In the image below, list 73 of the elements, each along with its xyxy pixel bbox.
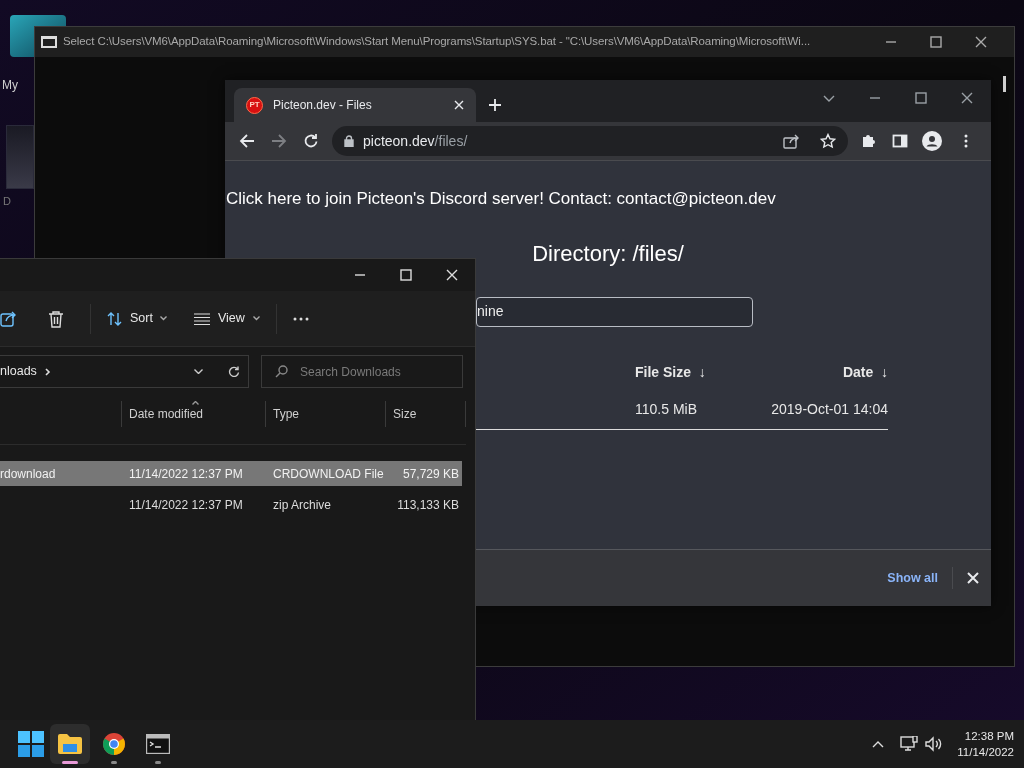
volume-icon[interactable] — [925, 736, 944, 752]
show-all-link[interactable]: Show all — [887, 568, 938, 588]
caret-icon — [252, 316, 260, 321]
size-cell-text: 57,729 KB — [401, 465, 460, 483]
desktop-icon-label: My — [2, 77, 18, 94]
forward-icon[interactable] — [271, 133, 287, 149]
start-icon[interactable] — [18, 731, 44, 757]
table-cell-text: 2019-Oct-01 14:04 — [771, 400, 888, 419]
chevron-down-icon[interactable] — [194, 369, 203, 374]
maximize-icon[interactable] — [930, 36, 942, 48]
more-icon[interactable] — [292, 316, 309, 321]
sort-button[interactable]: Sort — [107, 309, 167, 328]
breadcrumb[interactable]: nloads — [0, 362, 37, 381]
column-header[interactable]: Date ↓ — [842, 362, 888, 383]
new-tab-icon[interactable] — [489, 99, 501, 111]
folder-icon — [57, 733, 83, 755]
filter-field[interactable]: nine — [476, 296, 753, 327]
file-row[interactable]: 11/14/2022 12:37 PM zip Archive 113,133 KB — [0, 492, 462, 517]
column-header[interactable]: Type — [273, 405, 299, 423]
view-button[interactable]: View — [193, 309, 260, 328]
search-icon — [275, 365, 288, 378]
caret-icon — [159, 316, 167, 321]
column-header[interactable]: Date modified — [129, 405, 204, 423]
page-notice[interactable]: Click here to join Picteon's Discord server! Contact: contact@picteon.dev — [226, 186, 991, 212]
sort-icon — [107, 310, 123, 327]
file-name: rdownload — [0, 466, 56, 481]
clock-time[interactable]: 12:38 PM — [964, 728, 1014, 744]
more-options-icon[interactable] — [964, 133, 968, 149]
star-icon[interactable] — [820, 133, 836, 149]
address-bar[interactable]: picteon.dev/files/ — [332, 126, 848, 156]
trash-icon[interactable] — [48, 309, 64, 328]
console-icon — [41, 36, 57, 48]
side-panel-icon[interactable] — [892, 133, 908, 149]
close-icon[interactable] — [961, 92, 973, 104]
date-cell-text: 11/14/2022 12:37 PM — [128, 465, 244, 483]
chevron-up-icon[interactable] — [872, 740, 885, 748]
table-cell-text: 110.5 MiB — [635, 400, 697, 419]
clock-date[interactable]: 11/14/2022 — [957, 744, 1014, 760]
browser-tab[interactable]: PT Picteon.dev - Files — [234, 88, 476, 122]
taskbar-app[interactable] — [50, 724, 90, 764]
share-icon[interactable] — [783, 133, 799, 149]
favicon: PT — [246, 96, 263, 114]
address-bar[interactable]: nloads — [0, 355, 249, 388]
date-cell-text: 11/14/2022 12:37 PM — [128, 496, 244, 514]
type-cell-text: zip Archive — [272, 496, 333, 514]
sort-chevron-icon — [192, 401, 199, 405]
reload-icon[interactable] — [303, 133, 319, 149]
scrollbar[interactable] — [1003, 76, 1006, 92]
search-field[interactable]: Search Downloads — [261, 355, 463, 388]
list-view-icon — [193, 312, 210, 325]
chevron-right-icon — [44, 367, 51, 376]
desktop-icon-label: D — [3, 194, 11, 209]
column-header[interactable]: File Size ↓ — [635, 362, 706, 383]
maximize-icon[interactable] — [915, 92, 927, 104]
file-row[interactable]: rdownload 11/14/2022 12:37 PM CRDOWNLOAD File 57,729 KB — [0, 461, 462, 486]
close-icon[interactable] — [975, 36, 987, 48]
size-cell-text: 113,133 KB — [396, 496, 460, 514]
type-cell-text: CRDOWNLOAD File — [272, 465, 385, 483]
lock-icon — [344, 135, 354, 147]
terminal-icon — [146, 734, 170, 754]
column-header[interactable]: Size — [393, 405, 417, 423]
back-icon[interactable] — [239, 133, 255, 149]
browser-icon — [102, 732, 126, 756]
refresh-icon[interactable] — [228, 365, 240, 378]
network-icon[interactable] — [900, 736, 919, 752]
share-icon[interactable] — [0, 310, 17, 327]
puzzle-icon[interactable] — [860, 133, 876, 149]
tab-title: Picteon.dev - Files — [273, 97, 373, 114]
window-title: Select C:\Users\VM6\AppData\Roaming\Microsoft\Windows\Start Menu\Programs\Startup\SYS.bat - "C:\Users\VM6\AppData\Roaming\Microsoft\Wi... — [63, 34, 812, 50]
search-placeholder: Search Downloads — [300, 363, 401, 381]
profile-icon[interactable] — [922, 131, 942, 151]
url-text: picteon.dev/files/ — [363, 131, 469, 151]
page-heading: Directory: /files/ — [531, 239, 685, 268]
